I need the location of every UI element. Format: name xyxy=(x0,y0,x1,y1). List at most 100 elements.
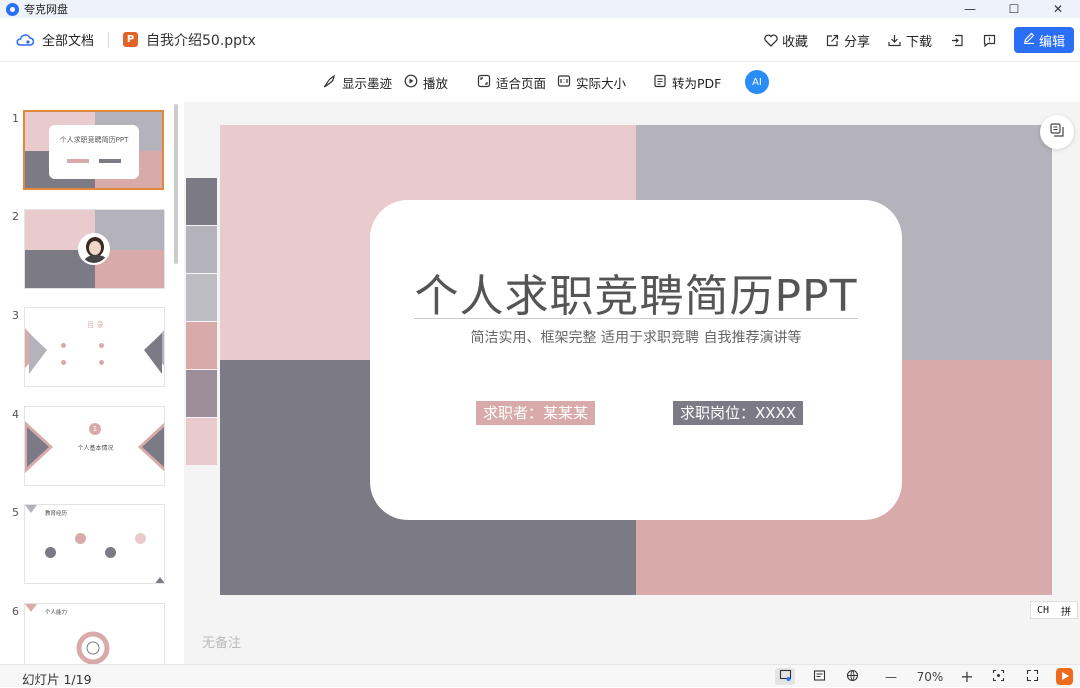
all-docs-link[interactable]: 全部文档 xyxy=(42,30,94,49)
zoom-out-button[interactable]: — xyxy=(880,668,902,685)
close-button[interactable]: ✕ xyxy=(1036,0,1080,18)
layers-icon xyxy=(1049,122,1065,142)
edit-button[interactable]: 编辑 xyxy=(1014,27,1074,53)
ime-mode: 拼 xyxy=(1061,606,1071,618)
sidebar-scrollbar[interactable] xyxy=(174,104,178,264)
fullscreen-button[interactable] xyxy=(1022,668,1042,685)
zoom-level[interactable]: 70% xyxy=(912,668,948,685)
fit-page-button[interactable]: 适合页面 xyxy=(477,73,546,92)
thumb-slide-title: 个人求职竞聘简历PPT xyxy=(59,136,129,144)
download-icon xyxy=(888,33,902,47)
slide-subtitle: 简洁实用、框架完整 适用于求职竞聘 自我推荐演讲等 xyxy=(470,330,802,346)
ink-icon xyxy=(322,74,337,92)
thumb-number: 4 xyxy=(12,408,19,421)
play-label: 播放 xyxy=(423,76,449,91)
fit-page-label: 适合页面 xyxy=(496,76,547,91)
expand-icon xyxy=(1026,669,1039,685)
color-strip xyxy=(186,322,217,369)
comment-icon xyxy=(982,33,996,47)
thumb-number: 3 xyxy=(12,309,19,322)
top-toolbar: 全部文档 P 自我介绍50.pptx 收藏 分享 下载 编辑 xyxy=(0,18,1080,62)
title-bar: 夸克网盘 — ☐ ✕ xyxy=(0,0,1080,18)
thumb-section-number: 1 xyxy=(89,423,101,435)
zoom-in-button[interactable]: + xyxy=(956,667,978,686)
fit-screen-icon xyxy=(992,669,1005,685)
divider xyxy=(108,31,110,48)
maximize-button[interactable]: ☐ xyxy=(992,0,1036,18)
actual-size-label: 实际大小 xyxy=(576,76,627,91)
play-button[interactable]: 播放 xyxy=(404,73,448,92)
actual-size-icon xyxy=(557,74,571,91)
thumbnail-slide-6[interactable]: 个人能力 xyxy=(24,603,165,664)
thumbnail-slide-5[interactable]: 教育经历 xyxy=(24,504,165,584)
thumb-toc-title: 目 录 xyxy=(87,321,104,329)
file-name: 自我介绍50.pptx xyxy=(146,32,256,49)
share-icon xyxy=(826,33,840,47)
pen-icon xyxy=(1023,32,1035,48)
thumb-number: 1 xyxy=(12,112,19,125)
minimize-button[interactable]: — xyxy=(948,0,992,18)
notes-icon xyxy=(813,669,826,685)
fit-page-icon xyxy=(477,74,491,91)
download-label: 下载 xyxy=(905,34,932,50)
cloud-icon[interactable] xyxy=(16,33,35,47)
feedback-button[interactable] xyxy=(982,33,996,47)
thumbnail-slide-3[interactable]: 目 录 xyxy=(24,307,165,387)
actual-size-button[interactable]: 实际大小 xyxy=(557,73,626,92)
color-strip xyxy=(186,274,217,321)
show-ink-button[interactable]: 显示墨迹 xyxy=(322,73,392,92)
app-logo-icon xyxy=(6,2,19,16)
share-label: 分享 xyxy=(843,34,870,50)
thumbnail-sidebar: 1 个人求职竞聘简历PPT 2 3 目 录 4 1 个人基本情况 5 教育经历 … xyxy=(0,102,183,664)
ai-assistant-button[interactable]: AI xyxy=(745,70,769,94)
slide-tool-button[interactable] xyxy=(1040,115,1074,149)
download-button[interactable]: 下载 xyxy=(888,31,932,50)
normal-view-button[interactable] xyxy=(775,668,795,685)
current-slide: 个人求职竞聘简历PPT 简洁实用、框架完整 适用于求职竞聘 自我推荐演讲等 求职… xyxy=(220,125,1052,595)
thumbnail-slide-2[interactable] xyxy=(24,209,165,289)
thumb-number: 2 xyxy=(12,210,19,223)
color-strip xyxy=(186,178,217,225)
web-view-button[interactable] xyxy=(842,668,862,685)
pdf-icon xyxy=(653,74,667,91)
ai-label: AI xyxy=(752,76,762,88)
thumb-education-title: 教育经历 xyxy=(45,511,68,517)
slideshow-play-button[interactable] xyxy=(1056,668,1073,685)
color-strip xyxy=(186,418,217,465)
globe-icon xyxy=(846,669,859,685)
heart-icon xyxy=(764,33,778,47)
ppt-file-icon: P xyxy=(123,32,139,47)
show-ink-label: 显示墨迹 xyxy=(342,76,393,91)
slide-title: 个人求职竞聘简历PPT xyxy=(414,271,858,322)
thumb-number: 5 xyxy=(12,506,19,519)
thumb-section-title: 个人基本情况 xyxy=(77,445,114,452)
export-button[interactable] xyxy=(950,33,964,47)
view-toolbar: 显示墨迹 播放 适合页面 实际大小 转为PDF AI xyxy=(0,62,1080,102)
ime-lang: CH xyxy=(1036,604,1050,616)
thumbnail-slide-1[interactable]: 个人求职竞聘简历PPT xyxy=(23,110,164,190)
app-name: 夸克网盘 xyxy=(24,3,68,16)
avatar xyxy=(78,233,110,265)
export-icon xyxy=(950,33,964,47)
to-pdf-button[interactable]: 转为PDF xyxy=(653,73,721,92)
collect-label: 收藏 xyxy=(781,34,808,50)
thumb-number: 6 xyxy=(12,605,19,618)
window-controls: — ☐ ✕ xyxy=(948,0,1080,18)
edit-label: 编辑 xyxy=(1038,34,1065,50)
page-indicator: 幻灯片 1/19 xyxy=(22,672,92,687)
position-tag: 求职岗位：XXXX xyxy=(673,401,804,425)
thumbnail-slide-4[interactable]: 1 个人基本情况 xyxy=(24,406,165,486)
title-card: 个人求职竞聘简历PPT 简洁实用、框架完整 适用于求职竞聘 自我推荐演讲等 求职… xyxy=(370,200,902,520)
thumb-ability-title: 个人能力 xyxy=(45,610,68,616)
share-button[interactable]: 分享 xyxy=(826,31,870,50)
notes-view-button[interactable] xyxy=(809,668,829,685)
ime-indicator[interactable]: CH 拼 xyxy=(1030,601,1078,619)
applicant-tag: 求职者：某某某 xyxy=(476,401,596,425)
title-divider xyxy=(414,318,858,319)
slide-view-icon xyxy=(779,669,792,685)
color-strip xyxy=(186,370,217,417)
notes-placeholder[interactable]: 无备注 xyxy=(202,632,241,651)
fit-screen-button[interactable] xyxy=(988,668,1008,685)
color-strip xyxy=(186,226,217,273)
collect-button[interactable]: 收藏 xyxy=(764,31,808,50)
